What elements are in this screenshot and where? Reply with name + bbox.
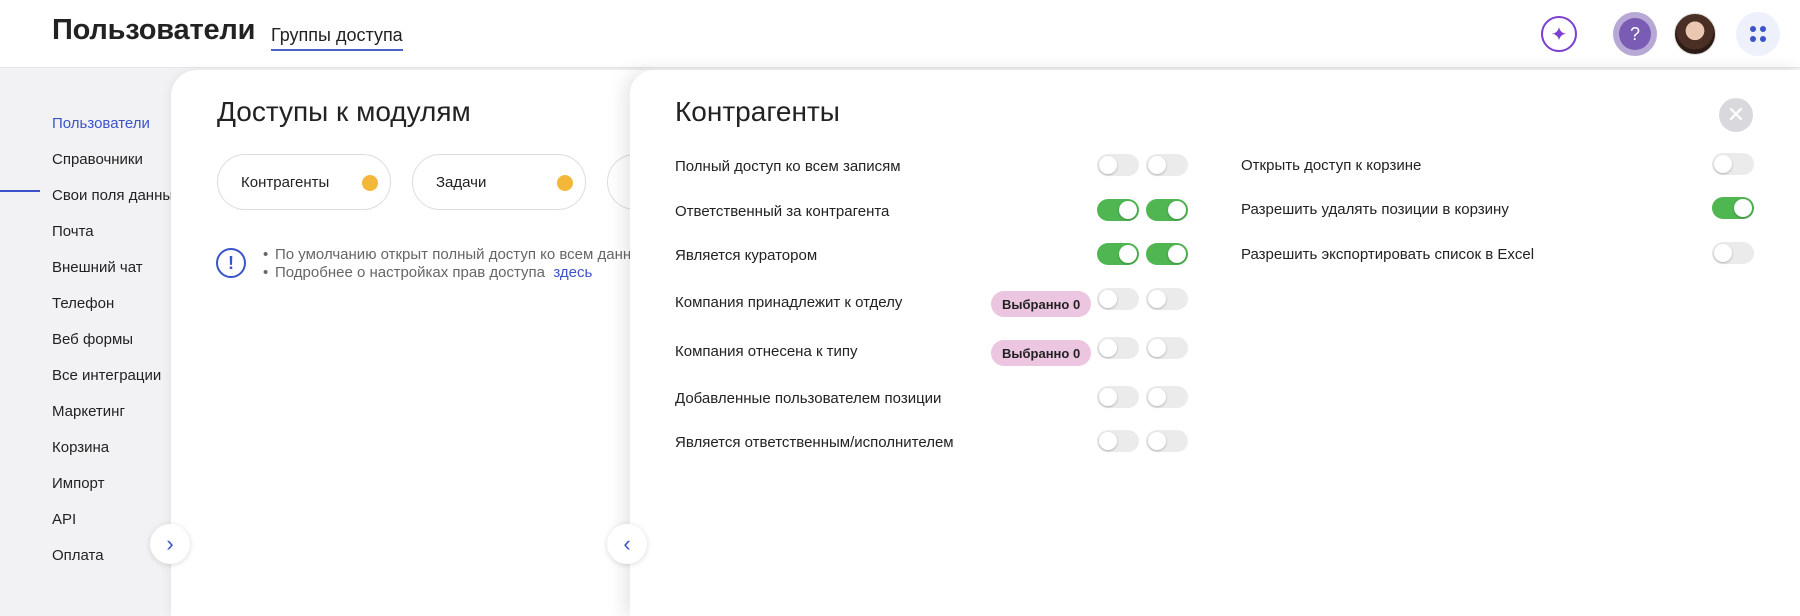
toggle-added-by-user-1[interactable] (1097, 386, 1139, 408)
status-dot (557, 175, 573, 191)
toggle-full-access-2[interactable] (1146, 154, 1188, 176)
grid-dots-icon (1750, 26, 1766, 42)
expand-sidebar-button[interactable]: › (150, 524, 190, 564)
question-icon: ? (1619, 18, 1651, 50)
module-pill-tasks[interactable]: Задачи (412, 154, 586, 210)
close-icon: ✕ (1726, 102, 1746, 127)
toggle-executor-2[interactable] (1146, 430, 1188, 452)
perm-label-trash-access: Открыть доступ к корзине (1241, 157, 1422, 174)
perm-label-responsible: Ответственный за контрагента (675, 203, 890, 220)
sidebar-item-web-forms[interactable]: Веб формы (52, 331, 133, 348)
info-line: Подробнее о настройках прав доступа здес… (263, 264, 642, 282)
info-list: По умолчанию открыт полный доступ ко все… (263, 246, 642, 282)
chevron-left-icon: ‹ (623, 531, 631, 556)
close-button[interactable]: ✕ (1719, 98, 1753, 132)
active-indicator (0, 190, 40, 192)
collapse-drawer-button[interactable]: ‹ (607, 524, 647, 564)
sidebar-item-trash[interactable]: Корзина (52, 439, 109, 456)
module-pill-label: Контрагенты (241, 173, 330, 191)
sparkle-icon: ✦ (1550, 23, 1568, 46)
sidebar-item-external-chat[interactable]: Внешний чат (52, 259, 143, 276)
toggle-curator-2[interactable] (1146, 243, 1188, 265)
perm-label-delete-to-trash: Разрешить удалять позиции в корзину (1241, 201, 1509, 218)
info-line: По умолчанию открыт полный доступ ко все… (263, 246, 642, 264)
status-dot (362, 175, 378, 191)
ai-assistant-button[interactable]: ✦ (1541, 16, 1577, 52)
toggle-department-1[interactable] (1097, 288, 1139, 310)
avatar[interactable] (1674, 13, 1716, 55)
toggle-type-1[interactable] (1097, 337, 1139, 359)
selected-badge[interactable]: Выбранно 0 (991, 340, 1092, 366)
toggle-added-by-user-2[interactable] (1146, 386, 1188, 408)
apps-menu-button[interactable] (1736, 12, 1780, 56)
toggle-type-2[interactable] (1146, 337, 1188, 359)
permissions-drawer: Контрагенты ✕ Полный доступ ко всем запи… (630, 70, 1800, 616)
toggle-department-2[interactable] (1146, 288, 1188, 310)
tab-access-groups[interactable]: Группы доступа (271, 25, 403, 51)
module-pill-contractors[interactable]: Контрагенты (217, 154, 391, 210)
sidebar-item-marketing[interactable]: Маркетинг (52, 403, 125, 420)
drawer-title: Контрагенты (675, 96, 840, 127)
sidebar-item-users[interactable]: Пользователи (52, 115, 150, 132)
sidebar-item-custom-fields[interactable]: Свои поля данных (52, 187, 181, 204)
perm-label-added-by-user: Добавленные пользователем позиции (675, 390, 942, 407)
sidebar-item-mail[interactable]: Почта (52, 223, 94, 240)
toggle-executor-1[interactable] (1097, 430, 1139, 452)
toggle-trash-access[interactable] (1712, 153, 1754, 175)
toggle-delete-to-trash[interactable] (1712, 197, 1754, 219)
toggle-responsible-1[interactable] (1097, 199, 1139, 221)
toggle-responsible-2[interactable] (1146, 199, 1188, 221)
toggle-curator-1[interactable] (1097, 243, 1139, 265)
modules-panel: Доступы к модулям Контрагенты Задачи ! П… (171, 70, 651, 616)
sidebar-item-integrations[interactable]: Все интеграции (52, 367, 161, 384)
info-icon: ! (216, 248, 246, 278)
sidebar-item-directories[interactable]: Справочники (52, 151, 143, 168)
sidebar-item-phone[interactable]: Телефон (52, 295, 114, 312)
sidebar-item-import[interactable]: Импорт (52, 475, 104, 492)
info-link[interactable]: здесь (553, 264, 592, 281)
perm-label-type: Компания отнесена к типу (675, 343, 858, 360)
perm-label-executor: Является ответственным/исполнителем (675, 434, 954, 451)
chevron-right-icon: › (166, 531, 174, 556)
module-pill-label: Задачи (436, 173, 487, 191)
toggle-export-excel[interactable] (1712, 242, 1754, 264)
modules-title: Доступы к модулям (217, 96, 471, 127)
top-header: Пользователи Группы доступа ✦ ? (0, 0, 1800, 68)
perm-label-full-access: Полный доступ ко всем записям (675, 158, 901, 175)
perm-label-curator: Является куратором (675, 247, 818, 264)
toggle-full-access-1[interactable] (1097, 154, 1139, 176)
perm-label-department: Компания принадлежит к отделу (675, 294, 903, 311)
help-button[interactable]: ? (1613, 12, 1657, 56)
sidebar-item-api[interactable]: API (52, 511, 76, 528)
sidebar-item-payment[interactable]: Оплата (52, 547, 104, 564)
page-title: Пользователи (52, 14, 256, 46)
perm-label-export-excel: Разрешить экспортировать список в Excel (1241, 246, 1535, 263)
selected-badge[interactable]: Выбранно 0 (991, 291, 1092, 317)
